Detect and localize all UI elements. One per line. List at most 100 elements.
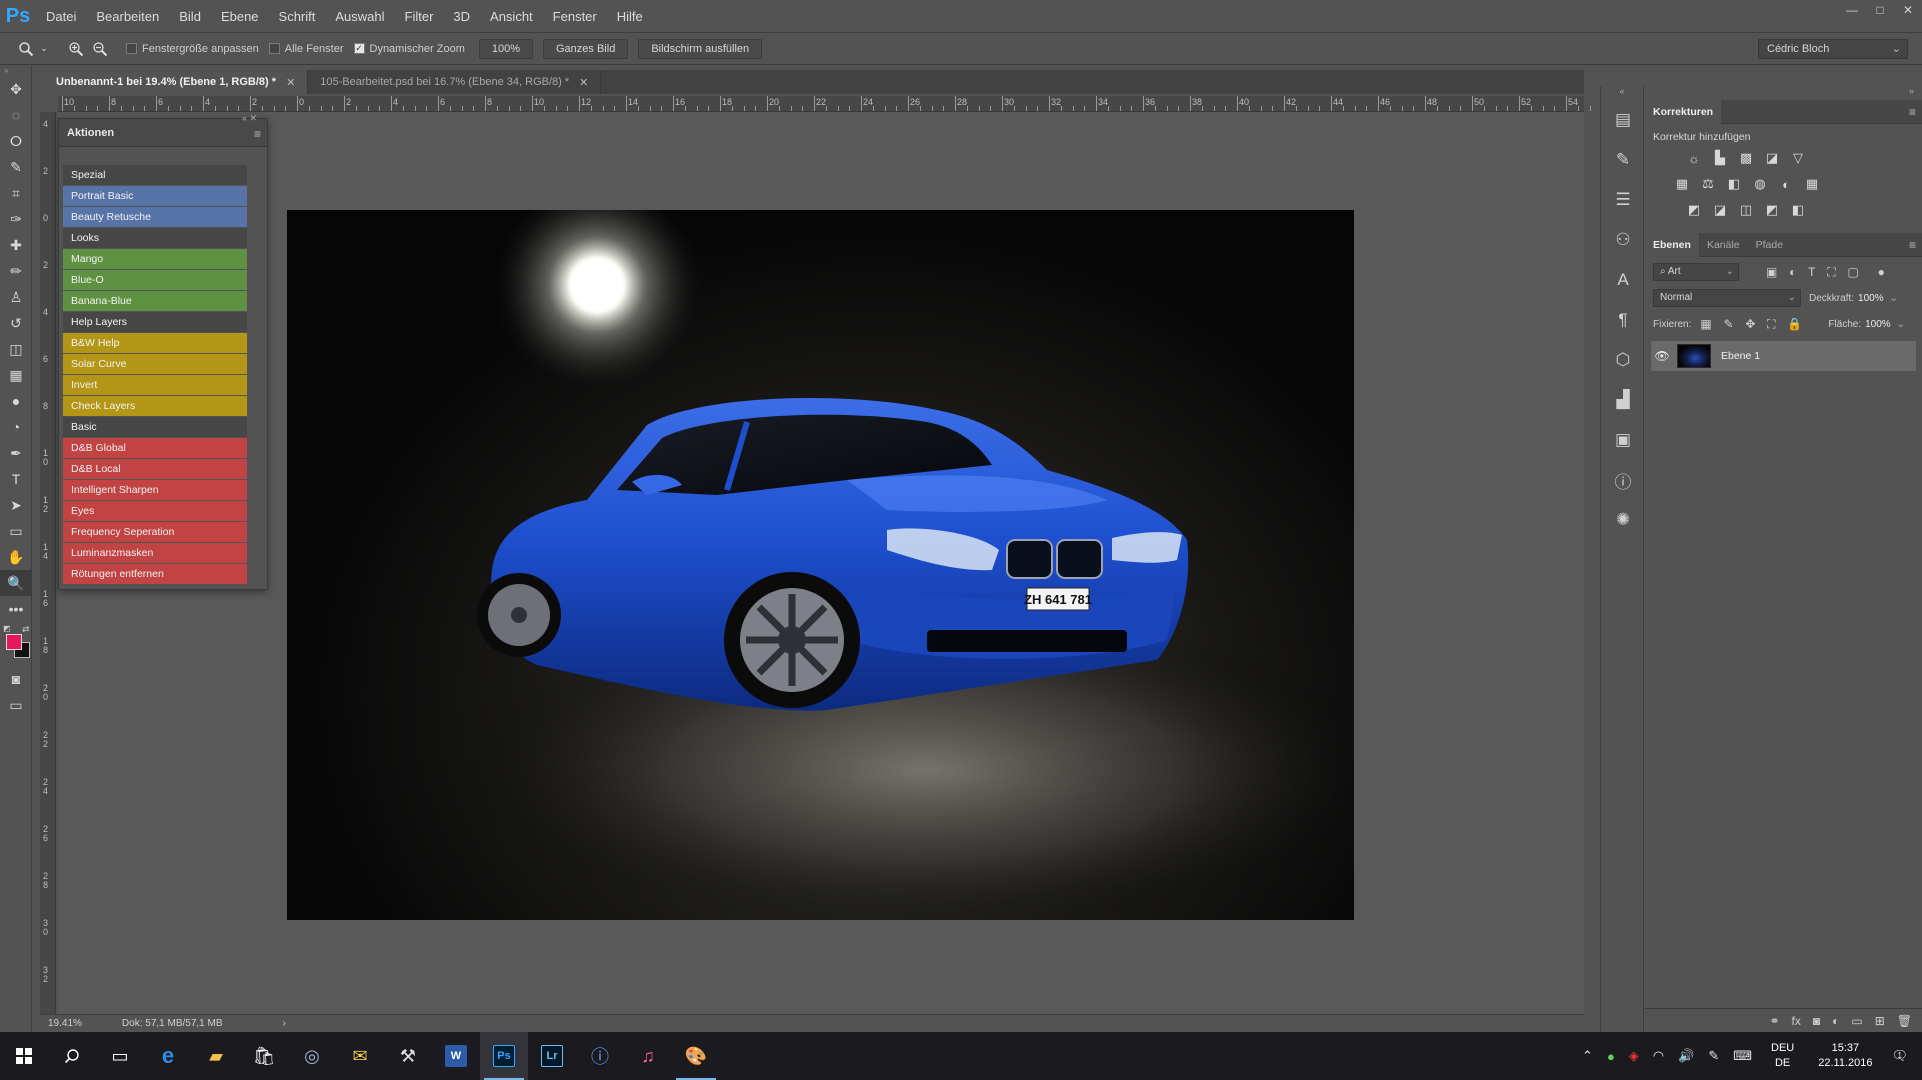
checkbox-box-checked[interactable]: ✓ [353, 43, 365, 54]
3d-panel-icon[interactable]: ⬡ [1601, 340, 1645, 380]
layer-filter-select[interactable]: ⌕ Art ⌄ [1653, 263, 1739, 281]
itunes-icon[interactable]: ♫ [624, 1032, 672, 1080]
lock-all-icon[interactable]: 🔒 [1787, 317, 1802, 331]
type-tool-icon[interactable]: T [0, 466, 32, 492]
checkbox-box[interactable] [126, 43, 137, 54]
lock-position-icon[interactable]: ✥ [1745, 317, 1755, 331]
zoom-out-icon[interactable] [88, 37, 112, 61]
marquee-tool-icon[interactable]: ◌ [0, 102, 32, 128]
shape-filter-icon[interactable]: ⛶ [1827, 265, 1835, 279]
adjustment-icon[interactable]: ◩ [1685, 201, 1703, 219]
store-icon[interactable]: 🛍 [240, 1032, 288, 1080]
tool-app-icon[interactable]: ⚒ [384, 1032, 432, 1080]
action-set-item[interactable]: Looks [63, 228, 247, 248]
volume-icon[interactable]: 🔊 [1678, 1048, 1694, 1064]
pen-icon[interactable]: ✎ [1708, 1048, 1719, 1064]
adjustment-icon[interactable]: ◪ [1763, 149, 1781, 167]
properties-panel-icon[interactable]: ☰ [1601, 180, 1645, 220]
tray-app-icon[interactable]: ● [1607, 1049, 1615, 1064]
menu-fenster[interactable]: Fenster [543, 0, 607, 33]
info-app-icon[interactable]: ⓘ [576, 1032, 624, 1080]
panel-menu-icon[interactable]: ≡ [254, 127, 261, 141]
history-brush-tool-icon[interactable]: ↺ [0, 310, 32, 336]
crop-tool-icon[interactable]: ⌗ [0, 180, 32, 206]
zoom-100-button[interactable]: 100% [478, 38, 533, 59]
search-icon[interactable] [48, 1032, 96, 1080]
tab-pfade[interactable]: Pfade [1748, 233, 1791, 257]
tab-ebenen[interactable]: Ebenen [1645, 232, 1699, 257]
more-tools-icon[interactable]: ••• [0, 596, 32, 622]
photoshop-taskbar-icon[interactable]: Ps [480, 1032, 528, 1080]
collapse-arrows-icon[interactable]: » [1645, 86, 1922, 100]
action-set-item[interactable]: D&B Local [63, 459, 247, 479]
close-icon[interactable]: ✕ [286, 76, 295, 89]
task-view-icon[interactable]: ▭ [96, 1032, 144, 1080]
lightroom-taskbar-icon[interactable]: Lr [528, 1032, 576, 1080]
pen-tool-icon[interactable]: ✒ [0, 440, 32, 466]
adjustment-icon[interactable]: ⚖ [1699, 175, 1717, 193]
swap-colors-icon[interactable]: ⇄ [22, 624, 30, 635]
action-set-item[interactable]: Rötungen entfernen [63, 564, 247, 584]
clock[interactable]: 15:37 22.11.2016 [1818, 1041, 1872, 1071]
close-icon[interactable]: ✕ [579, 76, 588, 89]
add-mask-icon[interactable]: ◙ [1813, 1014, 1820, 1028]
zoom-tool-icon[interactable]: 🔍 [0, 570, 32, 596]
lock-artboard-icon[interactable]: ⛶ [1767, 317, 1775, 331]
maximize-button[interactable]: □ [1866, 0, 1894, 20]
wifi-icon[interactable]: ◠ [1653, 1048, 1664, 1064]
action-set-item[interactable]: B&W Help [63, 333, 247, 353]
trash-icon[interactable]: 🗑 [1897, 1014, 1912, 1028]
keyboard-icon[interactable]: ⌨ [1733, 1048, 1752, 1064]
dodge-tool-icon[interactable]: ◔ [0, 414, 32, 440]
adjustment-icon[interactable]: ▦ [1673, 175, 1691, 193]
word-icon[interactable]: W [432, 1032, 480, 1080]
adjustment-icon[interactable]: ▦ [1803, 175, 1821, 193]
all-windows-checkbox[interactable]: Alle Fenster [268, 43, 344, 55]
clone-source-icon[interactable]: ⚇ [1601, 220, 1645, 260]
action-set-item[interactable]: Spezial [63, 165, 247, 185]
adjustment-icon[interactable]: ▩ [1737, 149, 1755, 167]
action-set-item[interactable]: Blue-O [63, 270, 247, 290]
chevron-down-icon[interactable]: ⌄ [1897, 319, 1905, 330]
menu-auswahl[interactable]: Auswahl [325, 0, 394, 33]
layer-name[interactable]: Ebene 1 [1721, 350, 1760, 362]
status-arrow-icon[interactable]: › [283, 1018, 286, 1029]
path-select-tool-icon[interactable]: ➤ [0, 492, 32, 518]
new-group-icon[interactable]: ▭ [1851, 1014, 1862, 1028]
action-set-item[interactable]: Help Layers [63, 312, 247, 332]
type-filter-icon[interactable]: T [1808, 265, 1815, 279]
menu-3d[interactable]: 3D [443, 0, 480, 33]
screen-mode-icon[interactable]: ▭ [0, 692, 32, 718]
tab-105-bearbeitet[interactable]: 105-Bearbeitet.psd bei 16.7% (Ebene 34, … [308, 70, 602, 94]
steam-icon[interactable]: ◎ [288, 1032, 336, 1080]
close-button[interactable]: ✕ [1894, 0, 1922, 20]
lasso-tool-icon[interactable]: ⵔ [0, 128, 32, 154]
shape-tool-icon[interactable]: ▭ [0, 518, 32, 544]
character-panel-icon[interactable]: A [1601, 260, 1645, 300]
adjustment-icon[interactable]: ◪ [1711, 201, 1729, 219]
windows-start-icon[interactable] [0, 1032, 48, 1080]
blend-mode-select[interactable]: Normal ⌄ [1653, 289, 1801, 307]
eraser-tool-icon[interactable]: ◫ [0, 336, 32, 362]
lock-pixels-icon[interactable]: ✎ [1723, 317, 1733, 331]
fit-screen-button[interactable]: Ganzes Bild [543, 38, 629, 59]
action-set-item[interactable]: Portrait Basic [63, 186, 247, 206]
menu-bearbeiten[interactable]: Bearbeiten [86, 0, 169, 33]
hand-tool-icon[interactable]: ✋ [0, 544, 32, 570]
move-tool-icon[interactable]: ✥ [0, 76, 32, 102]
action-set-item[interactable]: Check Layers [63, 396, 247, 416]
workspace-user-dropdown[interactable]: Cédric Bloch ⌄ [1758, 39, 1908, 59]
zoom-in-icon[interactable] [64, 37, 88, 61]
adjustment-icon[interactable]: ◩ [1763, 201, 1781, 219]
menu-datei[interactable]: Datei [36, 0, 86, 33]
adjustment-icon[interactable]: ▙ [1711, 149, 1729, 167]
panel-menu-icon[interactable]: ≡ [1909, 105, 1916, 119]
chevron-up-icon[interactable]: ⌃ [1582, 1048, 1593, 1064]
action-set-item[interactable]: Beauty Retusche [63, 207, 247, 227]
action-set-item[interactable]: D&B Global [63, 438, 247, 458]
action-set-item[interactable]: Invert [63, 375, 247, 395]
minimize-button[interactable]: — [1838, 0, 1866, 20]
smart-object-filter-icon[interactable]: ▢ [1847, 265, 1858, 279]
action-set-item[interactable]: Frequency Seperation [63, 522, 247, 542]
foreground-color-swatch[interactable] [6, 634, 22, 650]
